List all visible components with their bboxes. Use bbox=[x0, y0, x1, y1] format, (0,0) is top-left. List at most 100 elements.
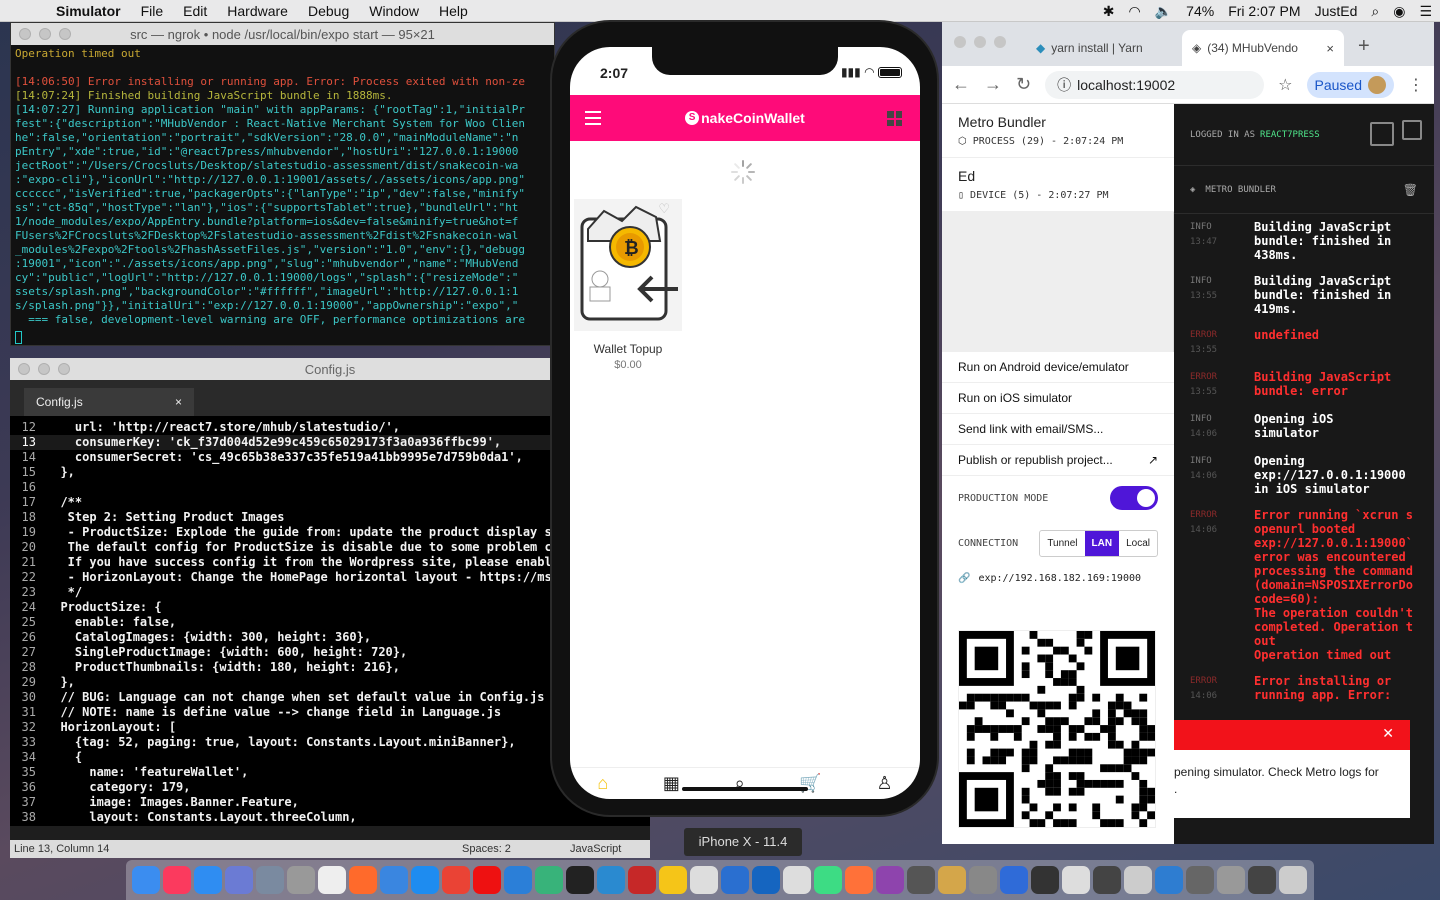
window-controls[interactable] bbox=[954, 36, 1006, 48]
dock-app-icon[interactable] bbox=[256, 866, 284, 894]
indentation-setting[interactable]: Spaces: 2 bbox=[462, 843, 511, 855]
siri-icon[interactable]: ◉ bbox=[1393, 3, 1405, 20]
send-link-button[interactable]: Send link with email/SMS... bbox=[942, 414, 1174, 445]
menu-debug[interactable]: Debug bbox=[308, 3, 349, 19]
dock-app-icon[interactable] bbox=[1031, 866, 1059, 894]
dock-app-icon[interactable] bbox=[907, 866, 935, 894]
app-menu[interactable]: Simulator bbox=[56, 3, 121, 19]
zoom-icon[interactable] bbox=[59, 28, 71, 40]
dock-app-icon[interactable] bbox=[287, 866, 315, 894]
back-icon[interactable]: ← bbox=[952, 74, 970, 95]
close-icon[interactable] bbox=[19, 28, 31, 40]
dock-app-icon[interactable] bbox=[1248, 866, 1276, 894]
dock-app-icon[interactable] bbox=[845, 866, 873, 894]
logged-in-user[interactable]: REACT7PRESS bbox=[1260, 130, 1320, 140]
dock-app-icon[interactable] bbox=[1279, 866, 1307, 894]
connection-local[interactable]: Local bbox=[1119, 531, 1157, 556]
dock-app-icon[interactable] bbox=[814, 866, 842, 894]
process-metro-bundler[interactable]: Metro Bundler ⬡ PROCESS (29) - 2:07:24 P… bbox=[942, 104, 1174, 158]
close-icon[interactable] bbox=[18, 363, 30, 375]
close-icon[interactable] bbox=[954, 36, 966, 48]
dock-app-icon[interactable] bbox=[225, 866, 253, 894]
menu-file[interactable]: File bbox=[141, 3, 164, 19]
spotlight-icon[interactable]: ⌕ bbox=[1371, 3, 1379, 20]
categories-tab-icon[interactable]: ▦ bbox=[663, 773, 680, 794]
tab-mhubvendor[interactable]: ◈ (34) MHubVendo × bbox=[1182, 30, 1344, 66]
dock-app-icon[interactable] bbox=[969, 866, 997, 894]
split-panel-icon[interactable] bbox=[1402, 120, 1422, 140]
dock-app-icon[interactable] bbox=[411, 866, 439, 894]
dock-app-icon[interactable] bbox=[566, 866, 594, 894]
minimize-icon[interactable] bbox=[974, 36, 986, 48]
dock-app-icon[interactable] bbox=[380, 866, 408, 894]
dock-app-icon[interactable] bbox=[1124, 866, 1152, 894]
exp-url-row[interactable]: 🔗 exp://192.168.182.169:19000 bbox=[942, 567, 1174, 590]
cursor-position[interactable]: Line 13, Column 14 bbox=[14, 843, 109, 855]
chrome-window[interactable]: ◆ yarn install | Yarn ◈ (34) MHubVendo ×… bbox=[942, 22, 1434, 844]
new-tab-button[interactable]: + bbox=[1358, 35, 1370, 58]
menu-hardware[interactable]: Hardware bbox=[227, 3, 288, 19]
close-icon[interactable]: ✕ bbox=[1382, 725, 1394, 742]
terminal-output[interactable]: Operation timed out [14:06:50] Error ins… bbox=[11, 45, 554, 345]
bookmark-star-icon[interactable]: ☆ bbox=[1278, 75, 1292, 95]
dock-app-icon[interactable] bbox=[597, 866, 625, 894]
run-ios-button[interactable]: Run on iOS simulator bbox=[942, 383, 1174, 414]
dock-app-icon[interactable] bbox=[1155, 866, 1183, 894]
notification-center-icon[interactable]: ☰ bbox=[1419, 3, 1432, 20]
dock-app-icon[interactable] bbox=[1093, 866, 1121, 894]
dock-app-icon[interactable] bbox=[628, 866, 656, 894]
info-icon[interactable]: ⓘ bbox=[1057, 75, 1071, 95]
dock-app-icon[interactable] bbox=[1062, 866, 1090, 894]
minimize-icon[interactable] bbox=[39, 28, 51, 40]
volume-icon[interactable]: 🔈 bbox=[1155, 3, 1172, 20]
dock-app-icon[interactable] bbox=[442, 866, 470, 894]
zoom-icon[interactable] bbox=[58, 363, 70, 375]
dock-app-icon[interactable] bbox=[938, 866, 966, 894]
dock-app-icon[interactable] bbox=[1000, 866, 1028, 894]
dock-app-icon[interactable] bbox=[876, 866, 904, 894]
bluetooth-icon[interactable]: ✱ bbox=[1103, 3, 1115, 20]
connection-tunnel[interactable]: Tunnel bbox=[1040, 531, 1084, 556]
reload-icon[interactable]: ↻ bbox=[1016, 74, 1031, 95]
connection-lan[interactable]: LAN bbox=[1084, 531, 1120, 556]
window-controls[interactable] bbox=[19, 28, 71, 40]
tab-yarn-install[interactable]: ◆ yarn install | Yarn bbox=[1026, 30, 1182, 66]
window-controls[interactable] bbox=[18, 363, 70, 375]
device-ed[interactable]: Ed ▯ DEVICE (5) - 2:07:27 PM bbox=[942, 158, 1174, 212]
menu-help[interactable]: Help bbox=[439, 3, 468, 19]
syntax-setting[interactable]: JavaScript bbox=[570, 843, 621, 855]
wifi-icon[interactable]: ◠ bbox=[1129, 3, 1141, 20]
dock-app-icon[interactable] bbox=[535, 866, 563, 894]
tab-config-js[interactable]: Config.js × bbox=[24, 388, 194, 416]
dock-app-icon[interactable] bbox=[163, 866, 191, 894]
dock-app-icon[interactable] bbox=[752, 866, 780, 894]
terminal-window[interactable]: src — ngrok • node /usr/local/bin/expo s… bbox=[10, 22, 555, 346]
home-tab-icon[interactable]: ⌂ bbox=[597, 773, 608, 794]
dock-app-icon[interactable] bbox=[783, 866, 811, 894]
phone-screen[interactable]: 2:07 ▮▮▮ ◠ S nakeCoinWallet ₿ ♡ Wallet T… bbox=[570, 47, 920, 799]
clock[interactable]: Fri 2:07 PM bbox=[1228, 3, 1300, 19]
trash-icon[interactable]: 🗑 bbox=[1403, 183, 1418, 197]
address-bar[interactable]: ⓘ localhost:19002 bbox=[1045, 70, 1265, 99]
forward-icon[interactable]: → bbox=[984, 74, 1002, 95]
profile-paused-button[interactable]: Paused bbox=[1306, 71, 1394, 98]
minimize-icon[interactable] bbox=[38, 363, 50, 375]
terminal-titlebar[interactable]: src — ngrok • node /usr/local/bin/expo s… bbox=[11, 23, 554, 45]
dock-app-icon[interactable] bbox=[349, 866, 377, 894]
home-indicator[interactable] bbox=[682, 787, 808, 791]
dock-app-icon[interactable] bbox=[721, 866, 749, 894]
single-panel-icon[interactable] bbox=[1370, 122, 1394, 146]
user-tab-icon[interactable]: ♙ bbox=[877, 773, 893, 794]
code-line[interactable]: 39 }, bbox=[10, 825, 650, 826]
exp-url[interactable]: exp://192.168.182.169:19000 bbox=[978, 573, 1141, 584]
menu-window[interactable]: Window bbox=[369, 3, 419, 19]
code-line[interactable]: 38 layout: Constants.Layout.threeColumn, bbox=[10, 810, 650, 825]
dock-app-icon[interactable] bbox=[690, 866, 718, 894]
dock-app-icon[interactable] bbox=[318, 866, 346, 894]
product-image[interactable]: ₿ ♡ bbox=[574, 199, 682, 331]
user-name[interactable]: JustEd bbox=[1315, 3, 1358, 19]
run-android-button[interactable]: Run on Android device/emulator bbox=[942, 352, 1174, 383]
product-card[interactable]: ₿ ♡ Wallet Topup $0.00 bbox=[574, 199, 682, 371]
close-tab-icon[interactable]: × bbox=[1326, 41, 1334, 56]
favorite-heart-icon[interactable]: ♡ bbox=[658, 201, 670, 217]
